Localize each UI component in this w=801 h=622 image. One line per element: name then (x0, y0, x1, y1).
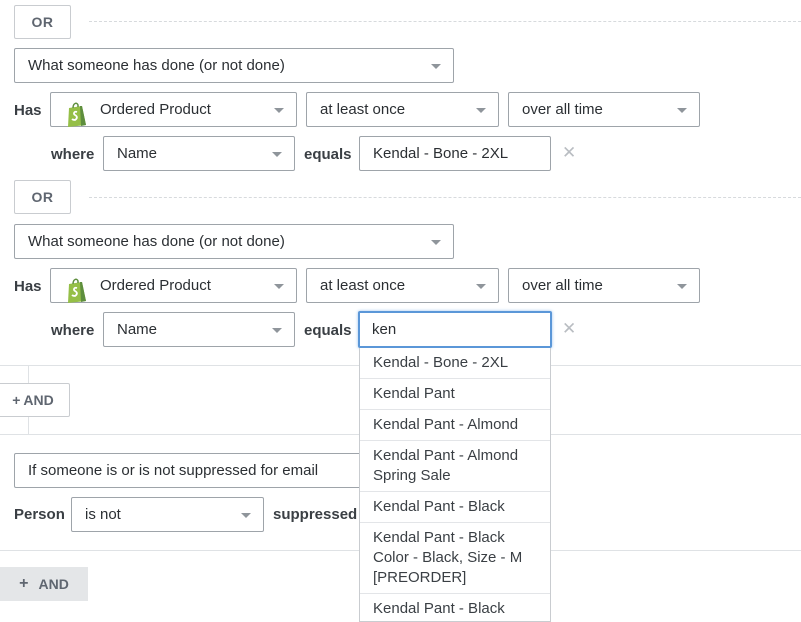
value-input-2[interactable]: ken (358, 311, 552, 348)
timeframe-select-1[interactable]: over all time (508, 92, 700, 127)
chevron-down-icon (272, 152, 282, 157)
equals-label: equals (304, 322, 352, 339)
autocomplete-option[interactable]: Kendal - Bone - 2XL (360, 348, 550, 379)
condition-type-select-1[interactable]: What someone has done (or not done) (14, 48, 454, 83)
frequency-value: at least once (320, 277, 406, 294)
chevron-down-icon (274, 108, 284, 113)
has-label: Has (14, 102, 42, 119)
value-input-text: ken (372, 321, 397, 338)
timeframe-select-2[interactable]: over all time (508, 268, 700, 303)
condition-type-select-2[interactable]: What someone has done (or not done) (14, 224, 454, 259)
equals-label: equals (304, 146, 352, 163)
chevron-down-icon (431, 64, 441, 69)
autocomplete-dropdown: Kendal - Bone - 2XL Kendal Pant Kendal Pan… (359, 348, 551, 622)
autocomplete-option[interactable]: Kendal Pant - Black Spring Sale (360, 594, 550, 621)
metric-value: Ordered Product (100, 277, 211, 294)
property-value: Name (117, 145, 158, 162)
divider-dashed-2 (89, 197, 801, 198)
autocomplete-option[interactable]: Kendal Pant - Black Color - Black, Size … (360, 523, 550, 594)
chevron-down-icon (677, 284, 687, 289)
condition-type-value: What someone has done (or not done) (28, 233, 285, 250)
divider-dashed-1 (89, 21, 801, 22)
autocomplete-option[interactable]: Kendal Pant - Black (360, 492, 550, 523)
or-button-1[interactable]: OR (14, 5, 71, 39)
status-value: is not (85, 506, 121, 523)
chevron-down-icon (274, 284, 284, 289)
where-label: where (51, 322, 95, 339)
timeframe-value: over all time (522, 101, 603, 118)
or-button-2[interactable]: OR (14, 180, 71, 214)
value-input-1[interactable]: Kendal - Bone - 2XL (359, 136, 551, 171)
chevron-down-icon (431, 240, 441, 245)
condition-type-value: What someone has done (or not done) (28, 57, 285, 74)
autocomplete-option[interactable]: Kendal Pant - Almond Spring Sale (360, 441, 550, 492)
chevron-down-icon (272, 328, 282, 333)
and-label: AND (23, 392, 54, 408)
plus-icon: + (19, 575, 29, 592)
frequency-select-2[interactable]: at least once (306, 268, 499, 303)
person-label: Person (14, 506, 65, 523)
has-label: Has (14, 278, 42, 295)
suppression-type-value: If someone is or is not suppressed for e… (28, 462, 319, 479)
value-input-text: Kendal - Bone - 2XL (373, 145, 509, 162)
autocomplete-option[interactable]: Kendal Pant - Almond (360, 410, 550, 441)
property-select-2[interactable]: Name (103, 312, 295, 347)
property-value: Name (117, 321, 158, 338)
chevron-down-icon (677, 108, 687, 113)
where-label: where (51, 146, 95, 163)
autocomplete-option[interactable]: Kendal Pant (360, 379, 550, 410)
and-label: AND (38, 576, 69, 592)
chevron-down-icon (241, 513, 251, 518)
metric-value: Ordered Product (100, 101, 211, 118)
chevron-down-icon (476, 108, 486, 113)
chevron-down-icon (476, 284, 486, 289)
add-and-button[interactable]: + AND (0, 383, 70, 417)
shopify-icon (68, 102, 86, 127)
metric-select-1[interactable]: Ordered Product (50, 92, 297, 127)
close-icon[interactable]: ✕ (562, 143, 576, 163)
suppressed-label: suppressed (273, 506, 358, 523)
frequency-select-1[interactable]: at least once (306, 92, 499, 127)
frequency-value: at least once (320, 101, 406, 118)
suppression-status-select[interactable]: is not (71, 497, 264, 532)
close-icon[interactable]: ✕ (562, 319, 576, 339)
metric-select-2[interactable]: Ordered Product (50, 268, 297, 303)
shopify-icon (68, 278, 86, 303)
timeframe-value: over all time (522, 277, 603, 294)
footer-and-button[interactable]: + AND (0, 567, 88, 601)
property-select-1[interactable]: Name (103, 136, 295, 171)
plus-icon: + (12, 392, 21, 408)
